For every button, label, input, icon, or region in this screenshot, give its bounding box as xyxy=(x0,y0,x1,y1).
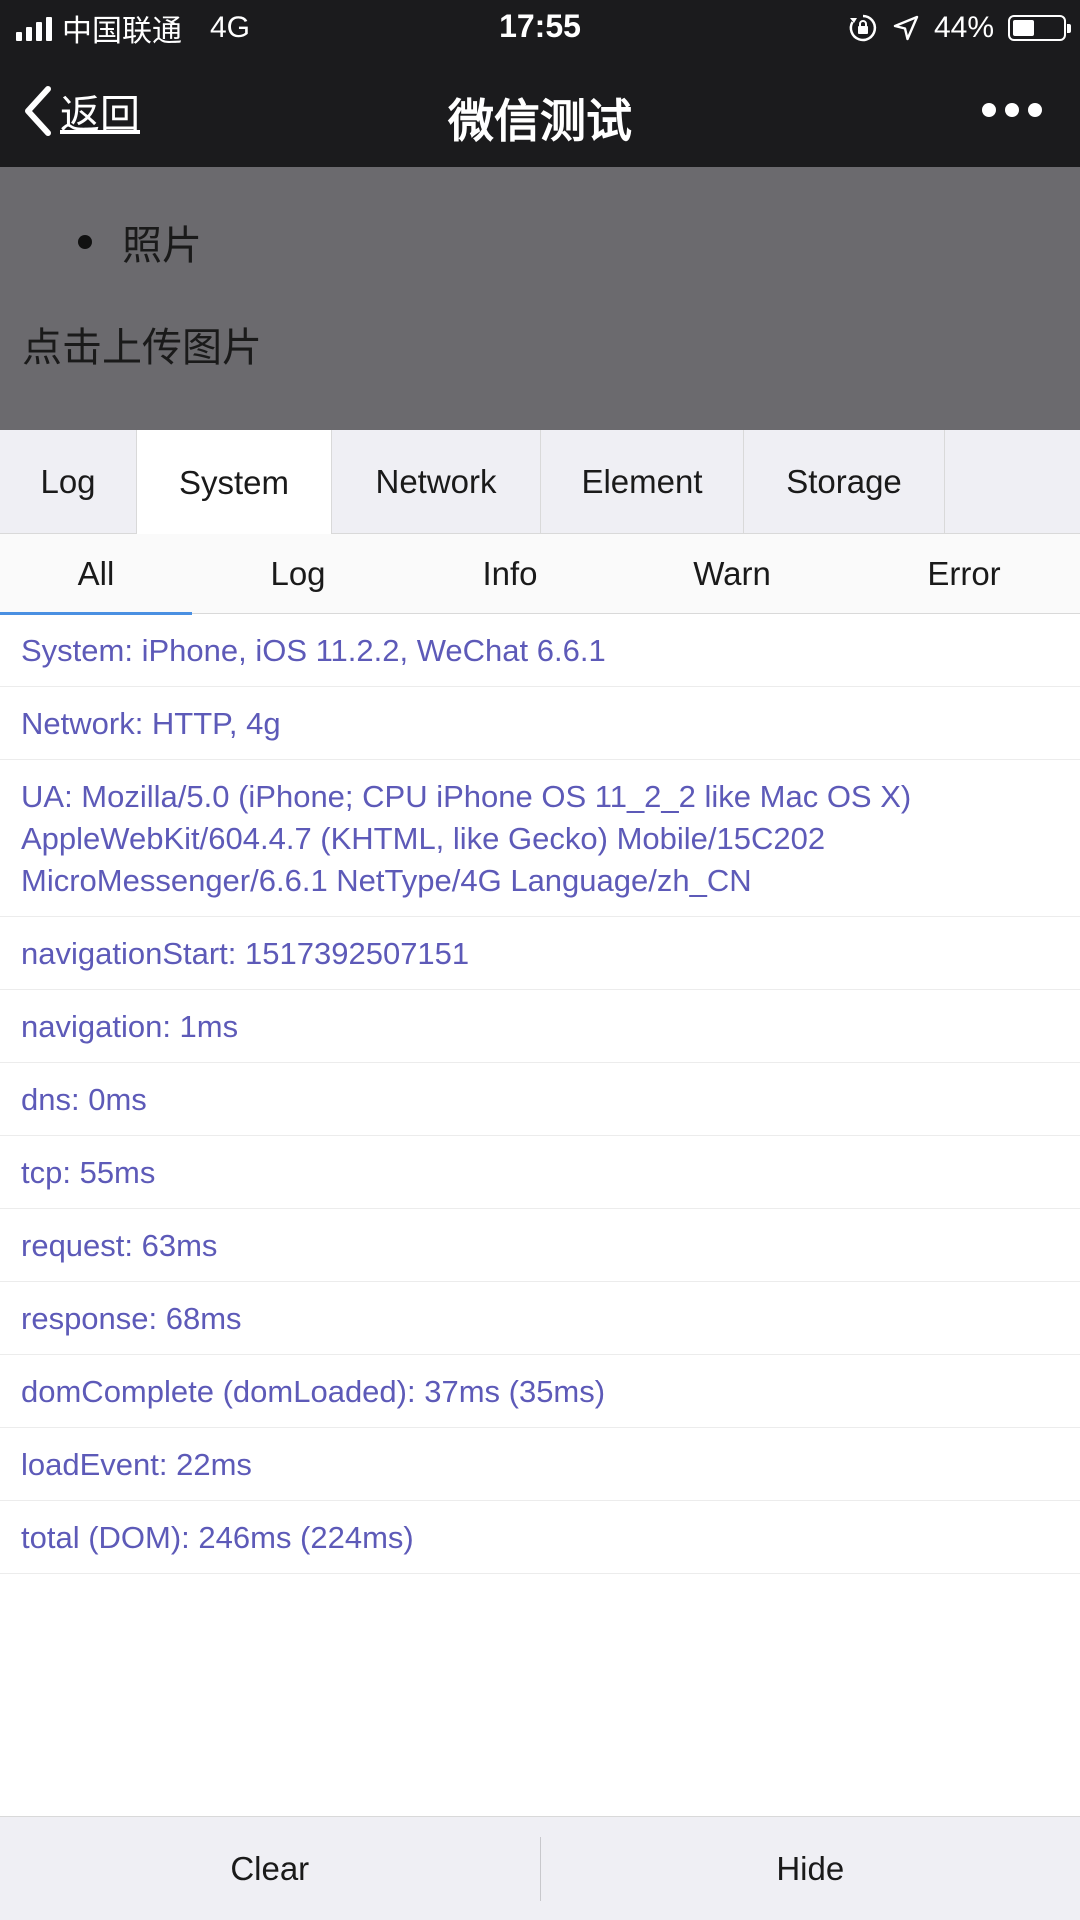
log-entry: navigation: 1ms xyxy=(0,990,1080,1063)
status-bar: 中国联通 4G 17:55 44% xyxy=(0,0,1080,55)
log-entry: UA: Mozilla/5.0 (iPhone; CPU iPhone OS 1… xyxy=(0,760,1080,917)
log-entry: loadEvent: 22ms xyxy=(0,1428,1080,1501)
navigation-bar: 返回 微信测试 xyxy=(0,55,1080,167)
console-filter-tabs: All Log Info Warn Error xyxy=(0,534,1080,615)
log-list: System: iPhone, iOS 11.2.2, WeChat 6.6.1… xyxy=(0,614,1080,1574)
list-item-label: 照片 xyxy=(122,223,202,269)
tab-system[interactable]: System xyxy=(137,430,332,535)
location-arrow-icon xyxy=(893,15,919,41)
log-entry: total (DOM): 246ms (224ms) xyxy=(0,1501,1080,1574)
filter-tab-all[interactable]: All xyxy=(0,534,192,615)
console-main-tabs: Log System Network Element Storage xyxy=(0,430,1080,535)
tab-storage[interactable]: Storage xyxy=(744,430,945,534)
battery-fill xyxy=(1013,20,1035,36)
list-item: 照片 xyxy=(78,213,202,271)
console-toolbar: Clear Hide xyxy=(0,1816,1080,1920)
bullet-icon xyxy=(78,235,92,249)
screen: 中国联通 4G 17:55 44% 返回 微信测试 照片 点击上传图片 Log … xyxy=(0,0,1080,1920)
page-content: 照片 点击上传图片 xyxy=(0,167,1080,430)
log-entry: request: 63ms xyxy=(0,1209,1080,1282)
hide-button[interactable]: Hide xyxy=(541,1817,1080,1920)
log-entry: tcp: 55ms xyxy=(0,1136,1080,1209)
log-entry: System: iPhone, iOS 11.2.2, WeChat 6.6.1 xyxy=(0,614,1080,687)
filter-tab-warn[interactable]: Warn xyxy=(616,534,848,614)
filter-tab-error[interactable]: Error xyxy=(848,534,1080,614)
clear-button[interactable]: Clear xyxy=(0,1817,540,1920)
battery-percentage: 44% xyxy=(933,11,994,44)
log-entry: domComplete (domLoaded): 37ms (35ms) xyxy=(0,1355,1080,1428)
log-entry: response: 68ms xyxy=(0,1282,1080,1355)
tab-log[interactable]: Log xyxy=(0,430,137,534)
upload-image-link[interactable]: 点击上传图片 xyxy=(22,315,262,373)
console-panel: Log System Network Element Storage All L… xyxy=(0,430,1080,1920)
battery-icon xyxy=(1008,15,1071,41)
log-entry: dns: 0ms xyxy=(0,1063,1080,1136)
rotation-lock-icon xyxy=(849,14,877,42)
status-right: 44% xyxy=(848,8,1071,48)
filter-tab-log[interactable]: Log xyxy=(192,534,404,614)
log-entry: navigationStart: 1517392507151 xyxy=(0,917,1080,990)
tab-network[interactable]: Network xyxy=(332,430,541,534)
page-title: 微信测试 xyxy=(448,94,632,148)
tab-element[interactable]: Element xyxy=(541,430,744,534)
more-options-icon[interactable] xyxy=(982,103,1042,117)
log-entry: Network: HTTP, 4g xyxy=(0,687,1080,760)
filter-tab-info[interactable]: Info xyxy=(404,534,616,614)
